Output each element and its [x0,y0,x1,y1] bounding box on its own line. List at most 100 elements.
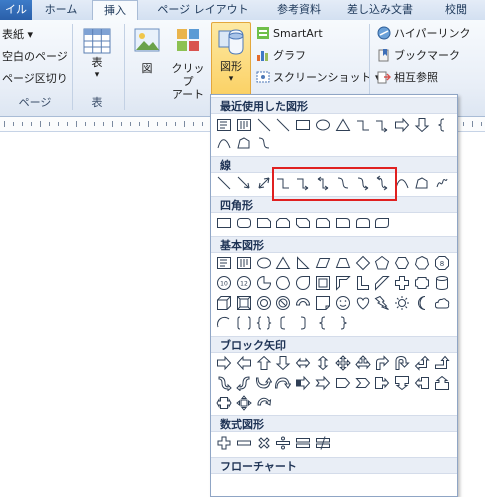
left-bracket-icon[interactable] [275,315,291,331]
can-icon[interactable] [434,275,450,291]
down-arrow-icon[interactable] [275,355,291,371]
diagonal-stripe-icon[interactable] [374,275,391,291]
text-box-icon[interactable] [216,117,232,133]
donut-icon[interactable] [256,295,272,311]
curved-right-arrow-icon[interactable] [216,375,232,391]
hexagon-icon[interactable] [394,255,410,271]
round-same-side-icon[interactable] [355,215,371,231]
tab-mailings[interactable]: 差し込み文書 [334,0,426,20]
left-right-arrow-callout-icon[interactable] [216,395,232,411]
tab-file[interactable]: イル [0,0,32,20]
down-arrow-icon[interactable] [414,117,430,133]
curved-left-arrow-icon[interactable] [236,375,252,391]
cover-page-button[interactable]: 表紙 ▾ [2,26,33,42]
cross-icon[interactable] [394,275,410,291]
curved-connector-icon[interactable] [256,135,272,151]
curve-icon[interactable] [394,175,410,191]
curved-down-arrow-icon[interactable] [275,375,292,391]
snip-round-icon[interactable] [315,215,331,231]
round-diagonal-icon[interactable] [374,215,390,231]
not-equal-icon[interactable] [315,435,331,451]
line-icon[interactable] [256,117,272,133]
curved-up-arrow-icon[interactable] [255,375,272,391]
down-arrow-callout-icon[interactable] [394,375,410,391]
vertical-text-box-icon[interactable] [236,255,252,271]
chord-icon[interactable] [275,275,291,291]
right-arrow-callout-icon[interactable] [374,375,390,391]
screenshot-button[interactable]: スクリーンショット ▾ [256,70,380,86]
up-arrow-icon[interactable] [256,355,272,371]
clipart-button[interactable]: クリップ アート [168,26,208,101]
pentagon-icon[interactable] [374,255,390,271]
right-arrow-icon[interactable] [394,117,410,133]
half-frame-icon[interactable] [335,275,351,291]
lightning-icon[interactable] [374,295,390,311]
rectangle-icon[interactable] [216,215,232,231]
cube-icon[interactable] [216,295,232,311]
tab-home[interactable]: ホーム [34,0,88,20]
quad-arrow-callout-icon[interactable] [235,395,252,411]
equal-icon[interactable] [295,435,311,451]
up-arrow-callout-icon[interactable] [434,375,450,391]
bent-up-arrow-icon[interactable] [434,355,450,371]
smiley-icon[interactable] [335,295,351,311]
left-up-arrow-icon[interactable] [414,355,430,371]
curved-connector-icon[interactable] [335,175,351,191]
snip-same-side-icon[interactable] [275,215,291,231]
isosceles-triangle-icon[interactable] [275,255,291,271]
oval-icon[interactable] [256,255,272,271]
left-right-up-arrow-icon[interactable] [354,355,371,371]
no-symbol-icon[interactable] [275,295,291,311]
right-brace-icon[interactable] [335,315,351,331]
pentagon-arrow-icon[interactable] [335,375,351,391]
heptagon-icon[interactable] [414,255,430,271]
rectangle-icon[interactable] [295,117,311,133]
elbow-connector-icon[interactable] [275,175,291,191]
left-arrow-callout-icon[interactable] [414,375,430,391]
scribble-icon[interactable] [434,175,450,191]
curved-arrow-connector-icon[interactable] [355,175,371,191]
cloud-icon[interactable] [434,295,450,311]
elbow-connector-icon[interactable] [355,117,371,133]
minus-icon[interactable] [236,435,252,451]
snip-diagonal-icon[interactable] [295,215,311,231]
parallelogram-icon[interactable] [315,255,331,271]
striped-right-arrow-icon[interactable] [295,375,311,391]
rounded-rectangle-icon[interactable] [236,215,252,231]
notched-right-arrow-icon[interactable] [315,375,331,391]
chevron-icon[interactable] [354,375,371,391]
arc-icon[interactable] [216,315,232,331]
l-shape-icon[interactable] [355,275,371,291]
bevel-icon[interactable] [236,295,252,311]
double-bracket-icon[interactable] [236,315,252,331]
up-down-arrow-icon[interactable] [315,355,331,371]
tab-references[interactable]: 参考資料 [266,0,332,20]
arrow-icon[interactable] [236,175,252,191]
double-arrow-icon[interactable] [256,175,272,191]
shapes-button[interactable]: 図形 ▾ [211,22,251,96]
dodecagon-icon[interactable]: 12 [236,275,252,291]
brace-icon[interactable] [434,117,450,133]
double-brace-icon[interactable] [256,315,272,331]
folded-corner-icon[interactable] [315,295,331,311]
triangle-icon[interactable] [335,117,351,133]
tab-insert[interactable]: 挿入 [92,0,138,21]
line-icon[interactable] [275,117,291,133]
quad-arrow-icon[interactable] [335,355,351,371]
block-arc-icon[interactable] [295,295,311,311]
right-bracket-icon[interactable] [295,315,311,331]
decagon-icon[interactable]: 10 [216,275,232,291]
snip-single-corner-icon[interactable] [256,215,272,231]
tab-review[interactable]: 校閲 [430,0,482,20]
bent-arrow-icon[interactable] [374,355,390,371]
page-break-button[interactable]: ページ区切り [2,70,68,86]
picture-button[interactable]: 図 [132,26,162,75]
elbow-arrow-icon[interactable] [374,117,390,133]
round-single-corner-icon[interactable] [335,215,351,231]
text-box-icon[interactable] [216,255,232,271]
elbow-double-arrow-connector-icon[interactable] [315,175,331,191]
table-button[interactable]: 表 ▾ [78,26,116,82]
blank-page-button[interactable]: 空白のページ [2,48,68,64]
diamond-icon[interactable] [355,255,371,271]
multiply-icon[interactable] [256,435,272,451]
